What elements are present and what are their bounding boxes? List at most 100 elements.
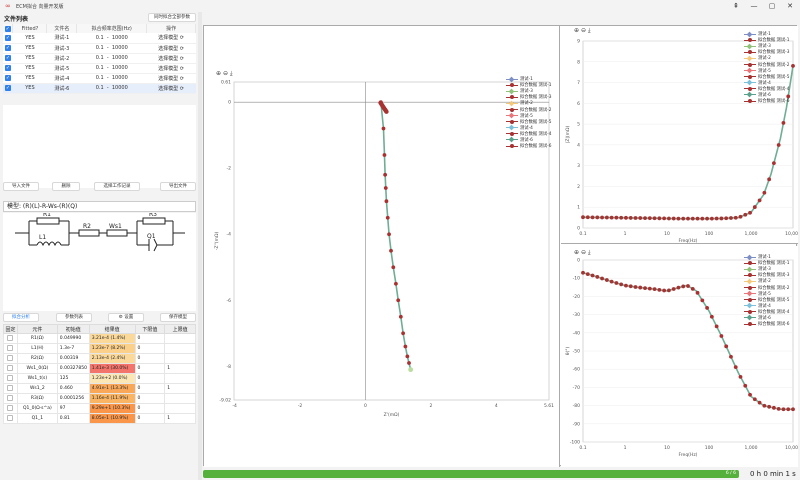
param-initial[interactable]: 97 (56, 403, 90, 414)
file-row[interactable]: ✓ YES 测试-3 0.1 - 10000 选择模型 ⟳ (3, 43, 196, 54)
param-lower[interactable]: 0 (134, 403, 166, 414)
param-initial[interactable]: 0.049990 (56, 333, 90, 344)
row-checkbox[interactable]: ✓ (3, 53, 13, 64)
freq-min[interactable]: 0.1 (96, 75, 104, 81)
delete-button[interactable]: 删除 (52, 182, 80, 191)
file-row[interactable]: ✓ YES 测试-5 0.1 - 10000 选择模型 ⟳ (3, 63, 196, 74)
fix-checkbox[interactable] (3, 413, 18, 424)
freq-max[interactable]: 10000 (112, 75, 128, 81)
import-file-button[interactable]: 导入文件 (3, 182, 39, 191)
freq-range[interactable]: 0.1 - 10000 (76, 63, 147, 74)
pin-icon[interactable]: ⇞ (726, 0, 746, 12)
fix-checkbox[interactable] (3, 343, 18, 354)
settings-button[interactable]: ⚙ 设置 (108, 313, 144, 322)
param-initial[interactable]: 0.81 (56, 413, 90, 424)
param-initial[interactable]: 0.00327850 (56, 363, 90, 374)
freq-max[interactable]: 10000 (112, 85, 128, 91)
refresh-icon[interactable]: ⟳ (180, 35, 184, 41)
freq-min[interactable]: 0.1 (96, 65, 104, 71)
refresh-icon[interactable]: ⟳ (180, 56, 184, 62)
fix-checkbox[interactable] (3, 403, 18, 414)
select-model-button[interactable]: 选择模型 (158, 56, 178, 62)
param-initial[interactable]: 1.3e-7 (56, 343, 90, 354)
select-model-button[interactable]: 选择模型 (158, 46, 178, 52)
legend-item[interactable]: 拟合数据 测试-6 (506, 143, 551, 149)
select-model-button[interactable]: 选择模型 (158, 35, 178, 41)
refresh-icon[interactable]: ⟳ (180, 76, 184, 82)
param-lower[interactable]: 0 (134, 383, 166, 394)
fix-checkbox[interactable] (3, 393, 18, 404)
model-input[interactable]: 模型: (R)(L)-R-Ws-(R)(Q) (3, 201, 196, 212)
freq-range[interactable]: 0.1 - 10000 (76, 83, 147, 94)
param-list-button[interactable]: 参数列表 (56, 313, 92, 322)
file-row[interactable]: ✓ YES 测试-6 0.1 - 10000 选择模型 ⟳ (3, 83, 196, 94)
param-upper[interactable] (164, 393, 196, 404)
row-checkbox[interactable]: ✓ (3, 73, 13, 84)
file-row[interactable]: ✓ YES 测试-2 0.1 - 10000 选择模型 ⟳ (3, 53, 196, 64)
freq-min[interactable]: 0.1 (96, 45, 104, 51)
param-initial[interactable]: 0.0001256 (56, 393, 90, 404)
row-checkbox[interactable]: ✓ (3, 83, 13, 94)
param-result: 2.13e-4 (2.4%) (88, 353, 136, 364)
file-row[interactable]: ✓ YES 测试-4 0.1 - 10000 选择模型 ⟳ (3, 73, 196, 84)
param-upper[interactable] (164, 333, 196, 344)
freq-range[interactable]: 0.1 - 10000 (76, 33, 147, 44)
legend-item[interactable]: 拟合数据 测试-6 (744, 321, 789, 327)
select-all-checkbox[interactable]: ✓ (3, 24, 14, 33)
param-lower[interactable]: 0 (134, 333, 166, 344)
freq-min[interactable]: 0.1 (96, 85, 104, 91)
param-upper[interactable] (164, 353, 196, 364)
param-lower[interactable]: 0 (134, 343, 166, 354)
splitter[interactable] (198, 12, 202, 480)
param-upper[interactable]: 1 (164, 413, 196, 424)
freq-min[interactable]: 0.1 (96, 35, 104, 41)
fix-checkbox[interactable] (3, 373, 18, 384)
legend-item[interactable]: 拟合数据 测试-6 (744, 98, 789, 104)
param-upper[interactable]: 1 (164, 363, 196, 374)
param-upper[interactable] (164, 373, 196, 384)
file-row[interactable]: ✓ YES 测试-1 0.1 - 10000 选择模型 ⟳ (3, 33, 196, 44)
freq-range[interactable]: 0.1 - 10000 (76, 43, 147, 54)
y-tick-label: 6 (577, 101, 580, 107)
close-button[interactable]: ✕ (780, 0, 800, 12)
param-upper[interactable] (164, 403, 196, 414)
freq-max[interactable]: 10000 (112, 55, 128, 61)
select-model-button[interactable]: 选择模型 (158, 66, 178, 72)
param-upper[interactable] (164, 343, 196, 354)
fit-analysis-button[interactable]: 拟合分析 (3, 313, 39, 322)
fit-all-button[interactable]: 同时拟合全部参数 (148, 13, 196, 22)
refresh-icon[interactable]: ⟳ (180, 86, 184, 92)
param-upper[interactable]: 1 (164, 383, 196, 394)
fix-checkbox[interactable] (3, 333, 18, 344)
row-checkbox[interactable]: ✓ (3, 63, 13, 74)
row-checkbox[interactable]: ✓ (3, 43, 13, 54)
refresh-icon[interactable]: ⟳ (180, 46, 184, 52)
fix-checkbox[interactable] (3, 353, 18, 364)
param-lower[interactable]: 0 (134, 373, 166, 384)
select-record-button[interactable]: 选择工作记录 (94, 182, 140, 191)
export-file-button[interactable]: 导出文件 (160, 182, 196, 191)
freq-min[interactable]: 0.1 (96, 55, 104, 61)
param-initial[interactable]: 0.00319 (56, 353, 90, 364)
maximize-button[interactable]: ▢ (762, 0, 782, 12)
freq-range[interactable]: 0.1 - 10000 (76, 53, 147, 64)
param-lower[interactable]: 0 (134, 363, 166, 374)
minimize-button[interactable]: — (744, 0, 764, 12)
refresh-icon[interactable]: ⟳ (180, 66, 184, 72)
freq-max[interactable]: 10000 (112, 65, 128, 71)
save-model-button[interactable]: 保存模型 (160, 313, 196, 322)
fix-checkbox[interactable] (3, 383, 18, 394)
fix-checkbox[interactable] (3, 363, 18, 374)
param-lower[interactable]: 0 (134, 353, 166, 364)
param-lower[interactable]: 0 (134, 393, 166, 404)
select-model-button[interactable]: 选择模型 (158, 76, 178, 82)
select-model-button[interactable]: 选择模型 (158, 86, 178, 92)
freq-max[interactable]: 10000 (112, 35, 128, 41)
r1-label: R1 (43, 213, 51, 218)
freq-range[interactable]: 0.1 - 10000 (76, 73, 147, 84)
param-initial[interactable]: 0.460 (56, 383, 90, 394)
param-lower[interactable]: 0 (134, 413, 166, 424)
param-initial[interactable]: 125 (56, 373, 90, 384)
row-checkbox[interactable]: ✓ (3, 33, 13, 44)
freq-max[interactable]: 10000 (112, 45, 128, 51)
